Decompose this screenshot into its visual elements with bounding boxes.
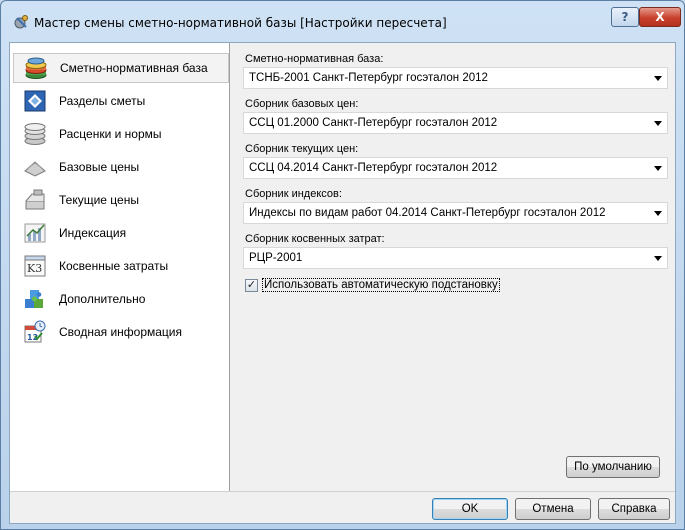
current-prices-select[interactable]: ССЦ 04.2014 Санкт-Петербург госэталон 20… <box>243 157 668 179</box>
help-button[interactable]: Справка <box>598 498 670 520</box>
sidebar-item-additional[interactable]: Дополнительно <box>13 284 229 314</box>
indexes-select[interactable]: Индексы по видам работ 04.2014 Санкт-Пет… <box>243 202 668 224</box>
dropdown-arrow-icon[interactable] <box>654 166 662 171</box>
settings-panel: Сметно-нормативная база: ТСНБ-2001 Санкт… <box>240 43 676 491</box>
dialog-client: Сметно-нормативная база Разделы сметы Ра… <box>9 42 676 524</box>
sidebar-item-label: Расценки и нормы <box>59 127 162 141</box>
sidebar-item-label: Сводная информация <box>59 325 182 339</box>
sidebar-item-label: Базовые цены <box>59 160 140 174</box>
dropdown-arrow-icon[interactable] <box>654 211 662 216</box>
auto-substitution-row[interactable]: ✓ Использовать автоматическую подстановк… <box>245 277 500 293</box>
dialog-window: Мастер смены сметно-нормативной базы [На… <box>0 0 685 530</box>
sidebar-item-label: Текущие цены <box>59 193 139 207</box>
base-prices-label: Сборник базовых цен: <box>245 98 359 110</box>
app-icon <box>13 14 29 30</box>
puzzle-icon <box>19 284 51 314</box>
indirect-costs-value: РЦР-2001 <box>249 252 303 264</box>
sidebar-item-indexation[interactable]: Индексация <box>13 218 229 248</box>
sections-icon <box>19 86 51 116</box>
sidebar-item-label: Разделы сметы <box>59 94 146 108</box>
auto-substitution-checkbox[interactable]: ✓ <box>245 278 258 292</box>
sidebar-item-label: Дополнительно <box>59 292 146 306</box>
indirect-costs-label: Сборник косвенных затрат: <box>245 233 385 245</box>
dropdown-arrow-icon[interactable] <box>654 76 662 81</box>
indexes-label: Сборник индексов: <box>245 188 342 200</box>
sidebar-item-indirect-costs[interactable]: K3 Косвенные затраты <box>13 251 229 281</box>
help-title-button[interactable]: ? <box>611 7 639 27</box>
dropdown-arrow-icon[interactable] <box>654 256 662 261</box>
indirect-costs-select[interactable]: РЦР-2001 <box>243 247 668 269</box>
window-title: Мастер смены сметно-нормативной базы [На… <box>34 16 447 30</box>
base-prices-icon <box>19 152 51 182</box>
sidebar-item-rates[interactable]: Расценки и нормы <box>13 119 229 149</box>
sidebar-item-label: Косвенные затраты <box>59 259 169 273</box>
sidebar-item-normative-base[interactable]: Сметно-нормативная база <box>13 53 229 83</box>
current-prices-value: ССЦ 04.2014 Санкт-Петербург госэталон 20… <box>249 162 498 174</box>
current-prices-label: Сборник текущих цен: <box>245 143 359 155</box>
indirect-costs-icon: K3 <box>19 251 51 281</box>
current-prices-icon <box>19 185 51 215</box>
svg-text:K3: K3 <box>27 262 42 275</box>
calendar-clock-icon: 12 <box>19 317 51 347</box>
auto-substitution-label[interactable]: Использовать автоматическую подстановку <box>262 278 500 292</box>
sidebar-item-current-prices[interactable]: Текущие цены <box>13 185 229 215</box>
close-button[interactable]: X <box>639 7 681 27</box>
ok-button[interactable]: OK <box>432 498 508 520</box>
normative-base-select[interactable]: ТСНБ-2001 Санкт-Петербург госэталон 2012 <box>243 67 668 89</box>
database-stack-icon <box>20 53 52 83</box>
base-prices-value: ССЦ 01.2000 Санкт-Петербург госэталон 20… <box>249 117 498 129</box>
chart-icon <box>19 218 51 248</box>
defaults-button[interactable]: По умолчанию <box>566 456 660 478</box>
sidebar-item-sections[interactable]: Разделы сметы <box>13 86 229 116</box>
indexes-value: Индексы по видам работ 04.2014 Санкт-Пет… <box>249 207 606 219</box>
title-bar[interactable]: Мастер смены сметно-нормативной базы [На… <box>1 1 684 41</box>
base-prices-select[interactable]: ССЦ 01.2000 Санкт-Петербург госэталон 20… <box>243 112 668 134</box>
sidebar-item-label: Индексация <box>59 226 127 240</box>
footer-divider <box>10 491 675 492</box>
normative-base-value: ТСНБ-2001 Санкт-Петербург госэталон 2012 <box>249 72 488 84</box>
sidebar-item-label: Сметно-нормативная база <box>60 61 208 75</box>
normative-base-label: Сметно-нормативная база: <box>245 53 384 65</box>
sidebar-item-base-prices[interactable]: Базовые цены <box>13 152 229 182</box>
sidebar-item-summary[interactable]: 12 Сводная информация <box>13 317 229 347</box>
cancel-button[interactable]: Отмена <box>515 498 591 520</box>
dropdown-arrow-icon[interactable] <box>654 121 662 126</box>
coins-stack-icon <box>19 119 51 149</box>
sidebar: Сметно-нормативная база Разделы сметы Ра… <box>10 43 230 491</box>
